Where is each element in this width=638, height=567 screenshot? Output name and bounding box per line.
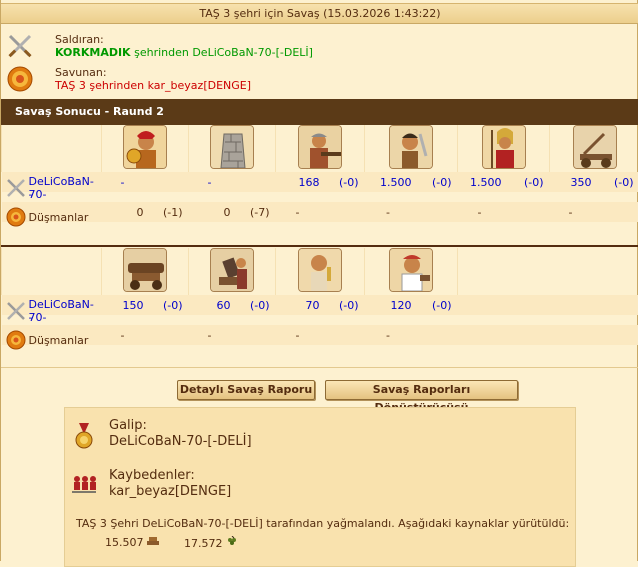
hoplite-unit-icon[interactable] [123, 125, 167, 169]
enemies-label: Düşmanlar [29, 334, 89, 347]
unit-count: 150 [102, 295, 148, 315]
attacker-units-row-1: DeLiCoBaN-70- - - - 168(-0) 1.500(-0) 1.… [2, 172, 638, 192]
unit-loss: (-0) [324, 172, 365, 192]
attacker-player-text: şehrinden DeLiCoBaN-70-[-DELİ] [134, 46, 313, 59]
round-header: Savaş Sonucu - Raund 2 [1, 99, 638, 125]
resource-wood: 15.507 [105, 536, 159, 549]
report-converter-button[interactable]: Savaş Raporları Dönüştürücüsü [325, 380, 518, 400]
wall-unit-icon[interactable] [210, 125, 254, 169]
units-table-1: DeLiCoBaN-70- - - - 168(-0) 1.500(-0) 1.… [1, 125, 638, 222]
unit-count: - [365, 325, 416, 345]
unit-count: 350 [550, 172, 596, 192]
unit-loss: (-0) [506, 172, 550, 192]
unit-loss: (-0) [324, 295, 365, 315]
unit-count: - [189, 325, 235, 345]
unit-count: 120 [365, 295, 416, 315]
unit-count: 1.500 [365, 172, 416, 192]
unit-count: - [102, 325, 148, 345]
unit-count: - [550, 202, 596, 222]
winner-name: DeLiCoBaN-70-[-DELİ] [109, 434, 252, 449]
unit-loss: (-1) [148, 202, 189, 222]
unit-loss [235, 325, 276, 345]
wood-icon [147, 536, 159, 546]
unit-count: 0 [102, 202, 148, 222]
unit-loss [324, 325, 365, 345]
battle-report-window: TAŞ 3 şehri için Savaş (15.03.2026 1:43:… [0, 0, 638, 561]
defense-shield-icon [6, 330, 26, 350]
unit-count: - [365, 202, 416, 222]
unit-loss [416, 202, 458, 222]
detailed-report-button[interactable]: Detaylı Savaş Raporu [177, 380, 315, 400]
unit-count: 0 [189, 202, 235, 222]
attacker-city-link[interactable]: KORKMADIK [55, 46, 131, 59]
unit-count: 60 [189, 295, 235, 315]
catapult-unit-icon[interactable] [573, 125, 617, 169]
ram-unit-icon[interactable] [123, 248, 167, 292]
unit-loss [416, 325, 458, 345]
crossed-swords-icon [6, 301, 26, 321]
unit-loss [506, 202, 550, 222]
section-divider [1, 245, 638, 247]
unit-loss [235, 172, 276, 192]
sulfur-carabineer-unit-icon[interactable] [298, 125, 342, 169]
plunder-text: TAŞ 3 Şehri DeLiCoBaN-70-[-DELİ] tarafın… [76, 517, 569, 530]
crossed-swords-icon [6, 178, 26, 198]
winner-label: Galip: [109, 418, 147, 433]
attacker-player-link-suffix: - [29, 311, 33, 324]
unit-count: - [458, 202, 506, 222]
unit-count: - [276, 202, 324, 222]
attacker-block: Saldıran: KORKMADIK şehrinden DeLiCoBaN-… [7, 33, 407, 61]
defense-shield-icon [6, 207, 26, 227]
unit-loss: (-0) [596, 172, 638, 192]
defender-block: Savunan: TAŞ 3 şehrinden kar_beyaz[DENGE… [7, 66, 407, 94]
enemy-units-row-1: Düşmanlar 0(-1) 0(-7) - - - - [2, 202, 638, 222]
unit-count: - [189, 172, 235, 192]
units-table-2: DeLiCoBaN-70- - 150(-0) 60(-0) 70(-0) 12… [1, 248, 638, 345]
unit-loss [596, 202, 638, 222]
unit-loss: (-0) [148, 295, 189, 315]
attacker-text: KORKMADIK şehrinden DeLiCoBaN-70-[-DELİ] [55, 46, 313, 59]
unit-loss [148, 325, 189, 345]
wine-icon [226, 536, 238, 547]
unit-count: 1.500 [458, 172, 506, 192]
window-title: TAŞ 3 şehri için Savaş (15.03.2026 1:43:… [1, 3, 638, 24]
cook-unit-icon[interactable] [389, 248, 433, 292]
crossed-swords-icon [7, 33, 33, 59]
doctor-unit-icon[interactable] [298, 248, 342, 292]
battle-result-panel: Galip: DeLiCoBaN-70-[-DELİ] Kaybedenler:… [64, 407, 576, 567]
defender-label: Savunan: [55, 66, 107, 79]
unit-loss [148, 172, 189, 192]
wine-amount: 17.572 [184, 537, 223, 550]
section-divider [1, 367, 638, 368]
defense-shield-icon [7, 66, 33, 92]
unit-loss: (-7) [235, 202, 276, 222]
defender-text: TAŞ 3 şehrinden kar_beyaz[DENGE] [55, 79, 251, 92]
unit-count: - [102, 172, 148, 192]
unit-loss: (-0) [416, 172, 458, 192]
defeated-soldiers-icon [70, 470, 98, 498]
enemy-units-row-2: Düşmanlar - - - - [2, 325, 638, 345]
attacker-player-link[interactable]: DeLiCoBaN-70- [29, 298, 102, 324]
attacker-label: Saldıran: [55, 33, 104, 46]
wood-amount: 15.507 [105, 536, 144, 549]
unit-loss: (-0) [235, 295, 276, 315]
attacker-player-link[interactable]: DeLiCoBaN-70- [29, 175, 102, 201]
unit-loss [324, 202, 365, 222]
losers-label: Kaybedenler: [109, 468, 195, 483]
loser-name: kar_beyaz[DENGE] [109, 484, 231, 499]
unit-count: 70 [276, 295, 324, 315]
spearman-unit-icon[interactable] [482, 125, 526, 169]
medal-icon [70, 422, 98, 450]
attacker-player-link-suffix: - [29, 188, 33, 201]
unit-count: 168 [276, 172, 324, 192]
resource-wine: 17.572 [184, 536, 238, 550]
swordsman-unit-icon[interactable] [389, 125, 433, 169]
unit-loss: (-0) [416, 295, 458, 315]
mortar-unit-icon[interactable] [210, 248, 254, 292]
unit-count: - [276, 325, 324, 345]
enemies-label: Düşmanlar [29, 211, 89, 224]
attacker-units-row-2: DeLiCoBaN-70- - 150(-0) 60(-0) 70(-0) 12… [2, 295, 638, 315]
